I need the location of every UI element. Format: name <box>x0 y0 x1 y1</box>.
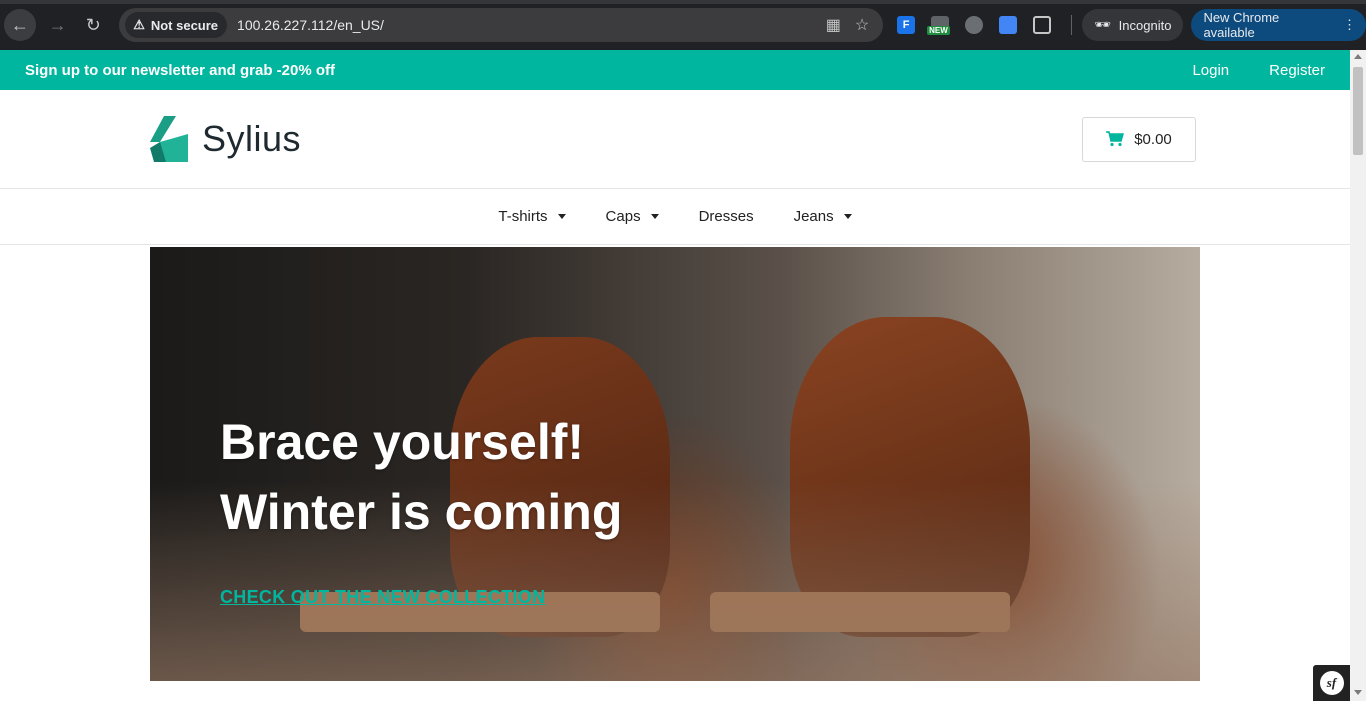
hero-title-line1: Brace yourself! <box>220 414 585 470</box>
menu-item-jeans[interactable]: Jeans <box>794 208 852 225</box>
menu-item-tshirts[interactable]: T-shirts <box>498 208 566 225</box>
hero-banner: Brace yourself! Winter is coming CHECK O… <box>150 247 1200 681</box>
more-vert-icon: ⋮ <box>1343 17 1356 32</box>
scroll-down-icon[interactable] <box>1354 690 1362 695</box>
caret-down-icon <box>843 214 852 219</box>
extension-new-icon[interactable]: NEW <box>927 16 950 35</box>
forward-button[interactable]: → <box>40 7 76 43</box>
hero-text: Brace yourself! Winter is coming CHECK O… <box>220 407 622 608</box>
register-link[interactable]: Register <box>1269 62 1325 79</box>
site-header: Sylius $0.00 <box>0 90 1350 189</box>
qr-code-icon[interactable]: ▦ <box>826 15 841 35</box>
reload-button[interactable]: ↻ <box>75 7 111 43</box>
auth-links: Login Register <box>1192 62 1325 79</box>
security-label: Not secure <box>150 17 219 33</box>
menu-item-dresses[interactable]: Dresses <box>699 208 754 225</box>
extension-f-icon[interactable]: F <box>897 16 916 34</box>
extension-doc-icon[interactable] <box>999 16 1018 34</box>
update-label: New Chrome available <box>1203 10 1280 40</box>
arrow-left-icon: ← <box>10 14 29 35</box>
address-bar[interactable]: ⚠ Not secure 100.26.227.112/en_US/ ▦ ☆ <box>119 8 884 42</box>
menu-item-label: Jeans <box>793 208 834 225</box>
scroll-thumb[interactable] <box>1353 67 1363 155</box>
page-viewport: Sign up to our newsletter and grab -20% … <box>0 50 1350 701</box>
cart-total: $0.00 <box>1134 130 1172 148</box>
incognito-button[interactable]: 🕶 Incognito <box>1082 9 1184 41</box>
symfony-toolbar-toggle[interactable]: sf <box>1313 665 1350 701</box>
browser-toolbar: ← → ↻ ⚠ Not secure 100.26.227.112/en_US/… <box>0 0 1366 50</box>
caret-down-icon <box>650 214 659 219</box>
sylius-logo-icon <box>150 116 188 162</box>
warning-icon: ⚠ <box>133 17 145 32</box>
cart-button[interactable]: $0.00 <box>1082 116 1196 162</box>
star-icon[interactable]: ☆ <box>855 15 869 35</box>
page-scrollbar[interactable] <box>1350 50 1366 701</box>
cart-icon <box>1106 131 1125 147</box>
menu-item-caps[interactable]: Caps <box>606 208 659 225</box>
update-chrome-button[interactable]: New Chrome available ⋮ <box>1191 9 1366 41</box>
puzzle-icon[interactable] <box>1033 16 1052 34</box>
arrow-right-icon: → <box>48 14 67 35</box>
security-chip[interactable]: ⚠ Not secure <box>125 12 228 38</box>
logo[interactable]: Sylius <box>150 116 301 162</box>
extension-gray-icon[interactable] <box>965 16 984 34</box>
symfony-icon: sf <box>1319 671 1344 695</box>
toolbar-divider <box>1071 15 1073 35</box>
scroll-up-icon[interactable] <box>1354 54 1362 59</box>
url-text[interactable]: 100.26.227.112/en_US/ <box>237 17 384 33</box>
main-menu: T-shirts Caps Dresses Jeans <box>0 189 1350 245</box>
login-link[interactable]: Login <box>1192 62 1229 79</box>
incognito-label: Incognito <box>1118 17 1172 33</box>
menu-item-label: T-shirts <box>498 208 548 225</box>
menu-item-label: Caps <box>605 208 641 225</box>
reload-icon: ↻ <box>85 14 101 35</box>
promo-bar: Sign up to our newsletter and grab -20% … <box>0 50 1350 90</box>
hero-title-line2: Winter is coming <box>220 484 623 540</box>
promo-text[interactable]: Sign up to our newsletter and grab -20% … <box>25 62 335 79</box>
back-button[interactable]: ← <box>4 9 36 41</box>
new-badge: NEW <box>927 26 950 35</box>
caret-down-icon <box>557 214 566 219</box>
tab-strip <box>0 0 1366 4</box>
collection-link[interactable]: CHECK OUT THE NEW COLLECTION <box>220 587 545 608</box>
logo-text: Sylius <box>202 118 302 159</box>
menu-item-label: Dresses <box>698 208 754 225</box>
incognito-icon: 🕶 <box>1094 17 1111 32</box>
